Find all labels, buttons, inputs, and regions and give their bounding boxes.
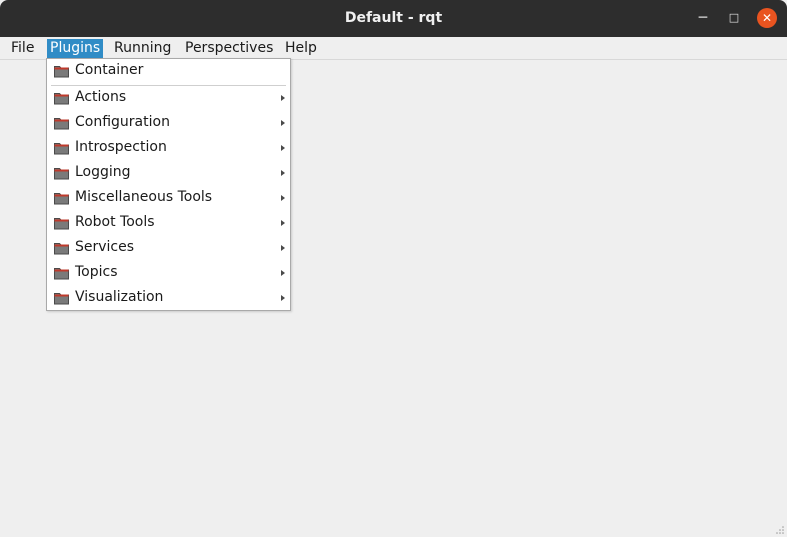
- folder-icon: [54, 168, 69, 180]
- menu-item-robot-tools[interactable]: Robot Tools: [47, 211, 290, 236]
- menu-item-actions[interactable]: Actions: [47, 86, 290, 111]
- menu-plugins[interactable]: Plugins: [47, 39, 104, 58]
- menu-item-label: Visualization: [75, 289, 164, 305]
- submenu-arrow-icon: [281, 170, 285, 176]
- menu-item-configuration[interactable]: Configuration: [47, 111, 290, 136]
- minimize-button[interactable]: ─: [693, 8, 713, 28]
- folder-icon: [54, 243, 69, 255]
- menu-item-label: Topics: [75, 264, 118, 280]
- menu-item-label: Miscellaneous Tools: [75, 189, 213, 205]
- window-title: Default - rqt: [344, 10, 443, 26]
- menu-item-label: Services: [75, 239, 135, 255]
- menu-item-label: Robot Tools: [75, 214, 155, 230]
- menu-item-label: Configuration: [75, 114, 170, 130]
- menu-item-services[interactable]: Services: [47, 236, 290, 261]
- menu-item-container[interactable]: Container: [47, 59, 290, 84]
- resize-grip-icon[interactable]: [775, 525, 785, 535]
- menu-item-visualization[interactable]: Visualization: [47, 286, 290, 311]
- maximize-button[interactable]: □: [724, 8, 744, 28]
- plugins-dropdown-menu: Container Actions Configuration Introspe…: [46, 58, 291, 311]
- menu-item-logging[interactable]: Logging: [47, 161, 290, 186]
- menu-running[interactable]: Running: [111, 39, 174, 58]
- menu-bar: File Plugins Running Perspectives Help: [0, 37, 787, 60]
- menu-item-miscellaneous-tools[interactable]: Miscellaneous Tools: [47, 186, 290, 211]
- submenu-arrow-icon: [281, 220, 285, 226]
- folder-icon: [54, 93, 69, 105]
- submenu-arrow-icon: [281, 295, 285, 301]
- folder-icon: [54, 268, 69, 280]
- submenu-arrow-icon: [281, 120, 285, 126]
- folder-icon: [54, 66, 69, 78]
- menu-item-label: Introspection: [75, 139, 167, 155]
- folder-icon: [54, 118, 69, 130]
- menu-file[interactable]: File: [8, 39, 37, 58]
- menu-help[interactable]: Help: [282, 39, 320, 58]
- submenu-arrow-icon: [281, 95, 285, 101]
- menu-item-label: Actions: [75, 89, 127, 105]
- title-bar[interactable]: Default - rqt ─ □ ✕: [0, 0, 787, 37]
- close-button[interactable]: ✕: [757, 8, 777, 28]
- submenu-arrow-icon: [281, 245, 285, 251]
- menu-item-topics[interactable]: Topics: [47, 261, 290, 286]
- folder-icon: [54, 293, 69, 305]
- menu-item-introspection[interactable]: Introspection: [47, 136, 290, 161]
- menu-item-label: Logging: [75, 164, 131, 180]
- folder-icon: [54, 193, 69, 205]
- submenu-arrow-icon: [281, 195, 285, 201]
- menu-item-label: Container: [75, 62, 144, 78]
- submenu-arrow-icon: [281, 270, 285, 276]
- rqt-window: Default - rqt ─ □ ✕ File Plugins Running…: [0, 0, 787, 537]
- folder-icon: [54, 218, 69, 230]
- submenu-arrow-icon: [281, 145, 285, 151]
- menu-perspectives[interactable]: Perspectives: [182, 39, 276, 58]
- folder-icon: [54, 143, 69, 155]
